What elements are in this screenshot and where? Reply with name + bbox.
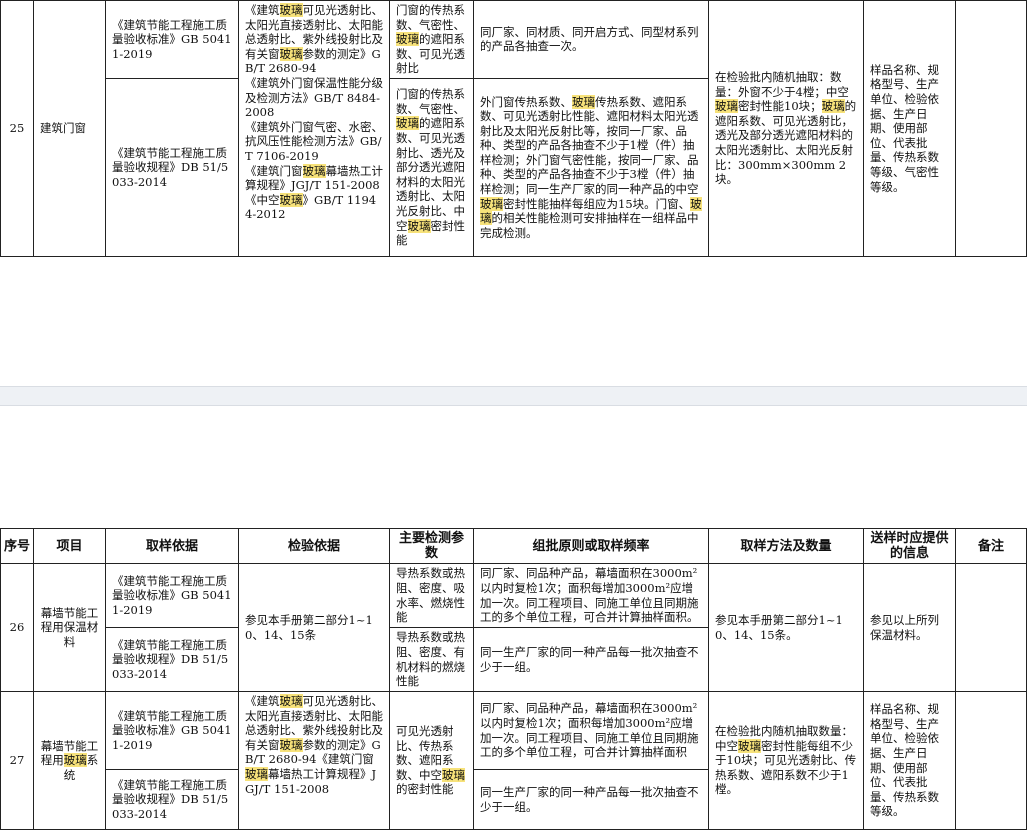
header-test-basis: 检验依据 xyxy=(238,528,390,564)
row25-remark xyxy=(955,0,1027,257)
table-row: 25 建筑门窗 《建筑节能工程施工质量验收标准》GB 50411-2019 《建… xyxy=(0,0,1027,257)
header-project: 项目 xyxy=(33,528,106,564)
row25-basis-a: 《建筑节能工程施工质量验收标准》GB 50411-2019 xyxy=(105,0,239,79)
highlighted-keyword: 玻璃 xyxy=(279,192,303,207)
row25-basis-b: 《建筑节能工程施工质量验收规程》DB 51/5033-2014 xyxy=(105,77,239,257)
highlighted-keyword: 玻璃 xyxy=(407,218,431,233)
row25-test-a: 《建筑玻璃可见光透射比、太阳光直接透射比、太阳能总透射比、紫外线投射比及有关窗玻… xyxy=(245,3,383,76)
row27-basis-a: 《建筑节能工程施工质量验收标准》GB 50411-2019 xyxy=(105,691,239,770)
row26-remark xyxy=(955,563,1027,692)
row27-method: 在检验批内随机抽取数量：中空玻璃密封性能每组不少于10块；可见光透射比、传热系数… xyxy=(708,691,864,830)
text-segment: 的密封性能 xyxy=(396,782,454,797)
row26-test: 参见本手册第二部分1~10、14、15条 xyxy=(238,563,390,692)
highlighted-keyword: 玻璃 xyxy=(821,99,845,114)
page-gap xyxy=(0,386,1027,406)
text-segment: 《中空 xyxy=(245,192,280,207)
row25-test-b3: 《建筑门窗玻璃幕墙热工计算规程》JGJ/T 151-2008 xyxy=(245,163,383,193)
table-lower: 序号 项目 取样依据 检验依据 主要检测参数 组批原则或取样频率 取样方法及数量… xyxy=(0,528,1027,830)
highlighted-keyword: 玻璃 xyxy=(245,766,268,781)
highlighted-keyword: 玻璃 xyxy=(396,116,419,131)
header-seq: 序号 xyxy=(0,528,34,564)
text-segment: 传热系数、遮阳系数、可见光透射比性能、遮阳材料太阳光透射比及太阳光反射比等，按同… xyxy=(480,94,699,197)
table-header: 序号 项目 取样依据 检验依据 主要检测参数 组批原则或取样频率 取样方法及数量… xyxy=(0,528,1027,564)
row27-info: 样品名称、规格型号、生产单位、检验依据、生产日期、使用部位、代表批量、传热系数等… xyxy=(863,691,956,830)
highlighted-keyword: 玻璃 xyxy=(442,767,465,782)
highlighted-keyword: 玻璃 xyxy=(480,196,503,211)
text-segment: 《建筑门窗 xyxy=(245,163,303,178)
row27-batch-a: 同厂家、同品种产品，幕墙面积在3000m²以内时复检1次；面积每增加3000m²… xyxy=(473,691,709,770)
highlighted-keyword: 玻璃 xyxy=(396,32,419,47)
row27-remark xyxy=(955,691,1027,830)
row26-basis-a: 《建筑节能工程施工质量验收标准》GB 50411-2019 xyxy=(105,563,239,628)
row25-project: 建筑门窗 xyxy=(33,0,106,257)
row25-batch-a: 同厂家、同材质、同开启方式、同型材系列的产品各抽查一次。 xyxy=(473,0,709,79)
row26-batch-a: 同厂家、同品种产品，幕墙面积在3000m²以内时复检1次；面积每增加3000m²… xyxy=(473,563,709,628)
header-sampling-method: 取样方法及数量 xyxy=(708,528,864,564)
table-row: 27 幕墙节能工程用玻璃系统 《建筑节能工程施工质量验收标准》GB 50411-… xyxy=(0,691,1027,830)
text-segment: 在检验批内随机抽取：数量：外窗不少于4樘；中空 xyxy=(715,70,849,99)
row26-seq: 26 xyxy=(0,563,34,692)
text-segment: 外门窗传热系数、 xyxy=(480,94,572,109)
text-segment: 的相关性能检测可安排抽样在一组样品中完成检测。 xyxy=(480,211,699,240)
row25-test-b1: 《建筑外门窗保温性能分级及检测方法》GB/T 8484-2008 xyxy=(245,75,383,120)
table-upper: 25 建筑门窗 《建筑节能工程施工质量验收标准》GB 50411-2019 《建… xyxy=(0,0,1027,257)
text-segment: 的遮阳系数、可见光透射比、透光及部分透光遮阳材料的太阳光透射比、太阳光反射比、中… xyxy=(396,116,465,233)
row27-basis-b: 《建筑节能工程施工质量验收规程》DB 51/5033-2014 xyxy=(105,769,239,830)
header-info: 送样时应提供的信息 xyxy=(863,528,956,564)
highlighted-keyword: 玻璃 xyxy=(63,753,87,768)
row26-basis-b: 《建筑节能工程施工质量验收规程》DB 51/5033-2014 xyxy=(105,627,239,692)
highlighted-keyword: 玻璃 xyxy=(279,737,303,752)
highlighted-keyword: 玻璃 xyxy=(279,3,303,17)
row26-param-a: 导热系数或热阻、密度、吸水率、燃烧性能 xyxy=(389,563,474,628)
row25-test-b2: 《建筑外门窗气密、水密、抗风压性能检测方法》GB/T 7106-2019 xyxy=(245,119,383,163)
text-segment: 《建筑 xyxy=(245,694,280,708)
row27-batch-b: 同一生产厂家的同一种产品每一批次抽查不少于一组。 xyxy=(473,769,709,830)
text-segment: 门窗的传热系数、气密性、 xyxy=(396,3,465,32)
text-segment: 门窗的传热系数、气密性、 xyxy=(396,87,465,116)
row27-project: 幕墙节能工程用玻璃系统 xyxy=(33,691,106,830)
row27-test: 《建筑玻璃可见光透射比、太阳光直接透射比、太阳能总透射比、紫外线投射比及有关窗玻… xyxy=(238,691,390,830)
row26-param-b: 导热系数或热阻、密度、有机材料的燃烧性能 xyxy=(389,627,474,692)
highlighted-keyword: 玻璃 xyxy=(572,94,595,109)
row27-param: 可见光透射比、传热系数、遮阳系数、中空玻璃的密封性能 xyxy=(389,691,474,830)
highlighted-keyword: 玻璃 xyxy=(279,694,303,708)
text-segment: 密封性能10块； xyxy=(738,99,822,114)
row26-method: 参见本手册第二部分1~10、14、15条。 xyxy=(708,563,864,692)
row25-param-a: 门窗的传热系数、气密性、玻璃的遮阳系数、可见光透射比 xyxy=(389,0,474,79)
table-row: 26 幕墙节能工程用保温材料 《建筑节能工程施工质量验收标准》GB 50411-… xyxy=(0,563,1027,692)
row26-info: 参见以上所列保温材料。 xyxy=(863,563,956,692)
row26-project: 幕墙节能工程用保温材料 xyxy=(33,563,106,692)
header-batch-rule: 组批原则或取样频率 xyxy=(473,528,709,564)
row25-method: 在检验批内随机抽取：数量：外窗不少于4樘；中空玻璃密封性能10块；玻璃的遮阳系数… xyxy=(708,0,864,257)
row25-test-basis: 《建筑玻璃可见光透射比、太阳光直接透射比、太阳能总透射比、紫外线投射比及有关窗玻… xyxy=(238,0,390,257)
header-main-params: 主要检测参数 xyxy=(389,528,474,564)
highlighted-keyword: 玻璃 xyxy=(302,163,326,178)
header-sampling-basis: 取样依据 xyxy=(105,528,239,564)
row25-seq: 25 xyxy=(0,0,34,257)
text-segment: 《建筑 xyxy=(245,3,280,17)
highlighted-keyword: 玻璃 xyxy=(715,99,738,114)
row25-batch-b: 外门窗传热系数、玻璃传热系数、遮阳系数、可见光透射比性能、遮阳材料太阳光透射比及… xyxy=(473,77,709,257)
row27-seq: 27 xyxy=(0,691,34,830)
row26-batch-b: 同一生产厂家的同一种产品每一批次抽查不少于一组。 xyxy=(473,627,709,692)
row25-info: 样品名称、规格型号、生产单位、检验依据、生产日期、使用部位、代表批量、传热系数等… xyxy=(863,0,956,257)
highlighted-keyword: 玻璃 xyxy=(738,738,761,753)
highlighted-keyword: 玻璃 xyxy=(279,46,303,61)
row25-param-b: 门窗的传热系数、气密性、玻璃的遮阳系数、可见光透射比、透光及部分透光遮阳材料的太… xyxy=(389,77,474,257)
text-segment: 密封性能抽样每组应为15块。门窗、 xyxy=(503,196,691,211)
row25-test-b4: 《中空玻璃》GB/T 11944-2012 xyxy=(245,192,383,222)
header-remark: 备注 xyxy=(955,528,1027,564)
